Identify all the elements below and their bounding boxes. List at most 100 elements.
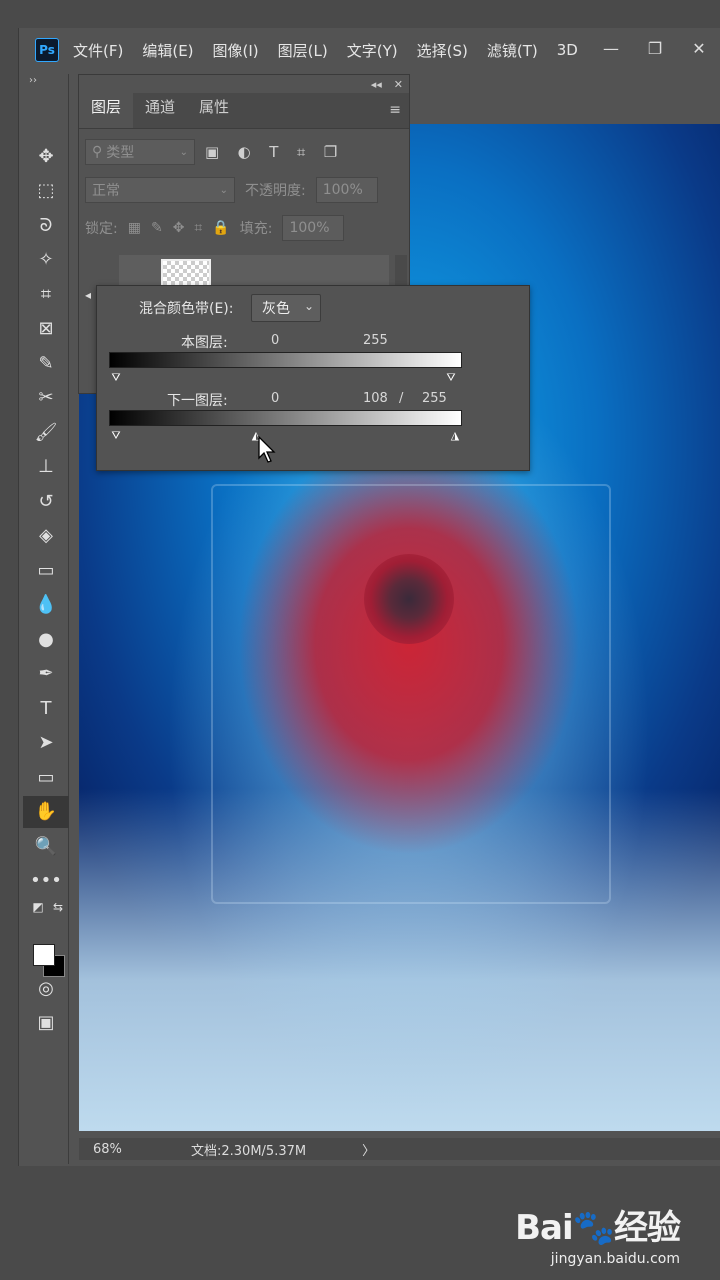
layer-filter-row: ⚲ 类型 ⌄ ▣ ◐ T ⌗ ❐ [79, 133, 409, 171]
lock-all-icon[interactable]: 🔒 [212, 220, 229, 236]
eyedropper-tool-icon[interactable]: ✎ [23, 347, 69, 379]
type-tool-icon[interactable]: T [23, 692, 69, 724]
hand-tool-icon[interactable]: ✋ [23, 795, 69, 828]
zoom-tool-icon[interactable]: 🔍 [23, 830, 69, 862]
blend-band-label: 混合颜色带(E): [139, 301, 234, 317]
pixel-filter-icon[interactable]: ▣ [205, 143, 219, 161]
panel-tabs: 图层 通道 属性 ≡ [79, 92, 409, 129]
document-size: 文档:2.30M/5.37M [191, 1143, 307, 1159]
baidu-jingyan-watermark: Bai🐾经验 jingyan.baidu.com [515, 1200, 681, 1267]
status-menu-arrow-icon[interactable]: 〉 [362, 1140, 375, 1159]
magic-wand-tool-icon[interactable]: ✧ [23, 244, 69, 276]
adjustment-filter-icon[interactable]: ◐ [238, 143, 251, 161]
panel-close-icon[interactable]: ✕ [394, 78, 403, 91]
layer-filter-select[interactable]: ⚲ 类型 ⌄ [85, 139, 195, 165]
rectangle-tool-icon[interactable]: ▭ [23, 761, 69, 793]
watermark-url: jingyan.baidu.com [550, 1251, 680, 1267]
menu-layer[interactable]: 图层(L) [278, 40, 328, 61]
blend-mode-value: 正常 [92, 183, 120, 199]
blend-band-select[interactable]: 灰色 ⌄ [251, 294, 321, 322]
this-layer-black-slider[interactable]: ⛛ [110, 372, 122, 384]
menu-filter[interactable]: 滤镜(T) [487, 40, 538, 61]
shape-filter-icon[interactable]: ⌗ [297, 143, 305, 161]
panel-collapse-icon[interactable]: ◂◂ [371, 78, 382, 91]
menu-bar: Ps 文件(F) 编辑(E) 图像(I) 图层(L) 文字(Y) 选择(S) 滤… [19, 28, 720, 72]
this-layer-gradient-bar [109, 352, 462, 368]
menu-3d[interactable]: 3D [557, 41, 578, 59]
lock-artboard-icon[interactable]: ⌗ [194, 220, 202, 236]
chevron-down-icon: ⌄ [219, 184, 228, 196]
zoom-level[interactable]: 68% [79, 1142, 141, 1157]
underlying-black-slider[interactable]: ⛛ [110, 430, 122, 442]
tools-panel: ›› ✥ ⬚ ᘐ ✧ ⌗ ⊠ ✎ ✂ 🖌 ⊥ ↺ ◈ ▭ 💧 ● ✒ T ➤ ▭ ✋ 🔍 ••• ◩ ⇆ ◎ ▣ [23, 74, 69, 1164]
fill-label: 填充: [239, 221, 273, 237]
opacity-value: 100% [322, 182, 363, 198]
gradient-tool-icon[interactable]: ▭ [23, 554, 69, 586]
underlying-white-slider[interactable]: ◮ [449, 430, 461, 442]
search-icon: ⚲ [92, 144, 103, 160]
panel-header: ◂◂ ✕ [79, 75, 409, 93]
fill-field[interactable]: 100% [282, 215, 345, 241]
pen-tool-icon[interactable]: ✒ [23, 658, 69, 690]
lock-paint-icon[interactable]: ✎ [151, 220, 163, 236]
type-filter-icon[interactable]: T [269, 143, 278, 161]
tab-properties[interactable]: 属性 [187, 92, 241, 128]
frame-tool-icon[interactable]: ⊠ [23, 313, 69, 345]
opacity-field[interactable]: 100% [315, 177, 378, 203]
stamp-tool-icon[interactable]: ⊥ [23, 451, 69, 483]
tab-channels[interactable]: 通道 [133, 92, 187, 128]
dodge-tool-icon[interactable]: ● [23, 623, 69, 655]
this-layer-high-value: 255 [363, 333, 388, 348]
path-selection-tool-icon[interactable]: ➤ [23, 727, 69, 759]
default-colors-icon[interactable]: ◩ [27, 896, 49, 918]
fill-value: 100% [289, 220, 330, 236]
minimize-button[interactable]: — [589, 32, 633, 64]
mouse-cursor-icon [258, 436, 276, 463]
history-brush-tool-icon[interactable]: ↺ [23, 485, 69, 517]
quick-mask-icon[interactable]: ◎ [23, 972, 69, 1004]
move-tool-icon[interactable]: ✥ [23, 140, 69, 172]
dialog-pointer-icon: ◂ [85, 288, 92, 302]
this-layer-low-value: 0 [271, 333, 280, 348]
blend-mode-select[interactable]: 正常 ⌄ [85, 177, 235, 203]
screen-mode-icon[interactable]: ▣ [23, 1006, 69, 1038]
panel-menu-icon[interactable]: ≡ [389, 102, 401, 118]
blend-if-dialog: ◂ 混合颜色带(E): 灰色 ⌄ 本图层: 0 255 ⛛ ⛛ 下一图层: 0 … [85, 285, 530, 471]
blur-tool-icon[interactable]: 💧 [23, 589, 69, 621]
eraser-tool-icon[interactable]: ◈ [23, 520, 69, 552]
smart-object-filter-icon[interactable]: ❐ [324, 143, 337, 161]
tab-layers[interactable]: 图层 [79, 92, 134, 128]
swap-colors-icon[interactable]: ⇆ [47, 896, 69, 918]
lock-transparency-icon[interactable]: ▦ [128, 220, 141, 236]
menu-image[interactable]: 图像(I) [213, 40, 259, 61]
underlying-mid-value: 108 [363, 391, 388, 406]
menu-type[interactable]: 文字(Y) [347, 40, 398, 61]
menu-file[interactable]: 文件(F) [73, 40, 123, 61]
marquee-tool-icon[interactable]: ⬚ [23, 175, 69, 207]
blend-band-value: 灰色 [262, 301, 290, 317]
underlying-separator: / [399, 391, 404, 406]
this-layer-white-slider[interactable]: ⛛ [445, 372, 457, 384]
brush-tool-icon[interactable]: 🖌 [23, 416, 69, 448]
close-button[interactable]: ✕ [677, 32, 720, 64]
watermark-logo: Bai🐾经验 [515, 1208, 681, 1248]
foreground-color-swatch[interactable] [33, 944, 55, 966]
photoshop-logo[interactable]: Ps [35, 38, 59, 62]
this-layer-label: 本图层: [181, 335, 228, 351]
menu-select[interactable]: 选择(S) [417, 40, 468, 61]
lasso-tool-icon[interactable]: ᘐ [23, 209, 69, 241]
crop-tool-icon[interactable]: ⌗ [23, 278, 69, 310]
underlying-low-value: 0 [271, 391, 280, 406]
opacity-label: 不透明度: [245, 183, 306, 199]
lock-row: 锁定: ▦ ✎ ✥ ⌗ 🔒 填充: 100% [79, 209, 409, 247]
toolbar-collapse-icon[interactable]: ›› [23, 74, 68, 90]
lock-position-icon[interactable]: ✥ [173, 220, 185, 236]
more-tools-icon[interactable]: ••• [23, 865, 69, 897]
menu-edit[interactable]: 编辑(E) [142, 40, 193, 61]
healing-tool-icon[interactable]: ✂ [23, 382, 69, 414]
ice-cube-shape [211, 484, 611, 904]
underlying-gradient-bar [109, 410, 462, 426]
restore-button[interactable]: ❐ [633, 32, 677, 64]
layer-filter-placeholder: 类型 [106, 145, 135, 161]
status-bar: 68% 文档:2.30M/5.37M 〉 [79, 1138, 720, 1160]
